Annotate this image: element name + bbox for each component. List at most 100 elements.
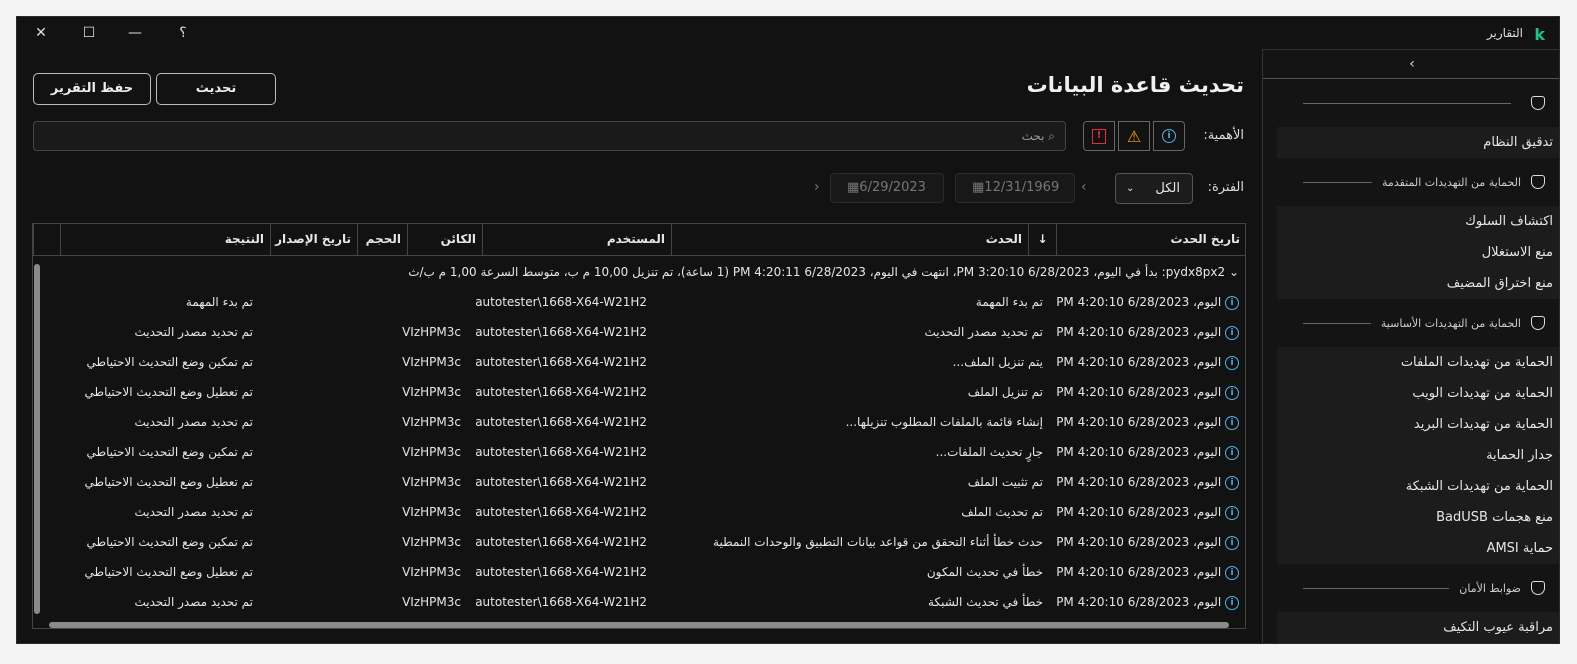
sidebar-group: اكتشاف السلوك منع الاستغلال منع اختراق الم… <box>1277 206 1559 299</box>
object-text: VIzHPM3c <box>402 385 461 399</box>
result-text: تم تعطيل وضع التحديث الاحتياطي <box>84 475 253 489</box>
sidebar-section-header <box>1263 79 1559 127</box>
event-date: اليوم، 6/28/2023 4:20:10 PM <box>1056 385 1222 399</box>
col-event-date[interactable]: تاريخ الحدث <box>1056 224 1245 256</box>
kaspersky-logo: k <box>1534 25 1545 44</box>
sidebar-item[interactable]: الحماية من تهديدات الويب <box>1277 378 1559 409</box>
event-date: اليوم، 6/28/2023 4:20:10 PM <box>1056 325 1222 339</box>
event-text: تم تنزيل الملف <box>967 385 1043 399</box>
group-summary: pydx8px2: بدأ في اليوم، 6/28/2023 3:20:1… <box>408 265 1226 279</box>
table-horizontal-scrollbar[interactable] <box>49 622 1229 628</box>
info-icon: i <box>1225 595 1239 610</box>
update-button[interactable]: تحديث <box>156 73 276 105</box>
chevron-down-icon[interactable]: ⌄ <box>1225 265 1239 279</box>
object-text: VIzHPM3c <box>402 355 461 369</box>
event-date: اليوم، 6/28/2023 4:20:10 PM <box>1056 445 1222 459</box>
table-row[interactable]: i اليوم، 6/28/2023 4:20:10 PM يتم تنزيل … <box>45 347 1245 377</box>
table-row[interactable]: i اليوم، 6/28/2023 4:20:10 PM جارٍ تحديث… <box>45 437 1245 467</box>
shield-icon <box>1531 96 1545 110</box>
help-button[interactable]: ؟ <box>173 23 193 43</box>
table-row[interactable]: i اليوم، 6/28/2023 4:20:10 PM خطأ في تحد… <box>45 557 1245 587</box>
sidebar-item[interactable]: الحماية من تهديدات الشبكة <box>1277 471 1559 502</box>
severity-warning-toggle[interactable]: ⚠ <box>1118 121 1150 151</box>
info-icon: i <box>1225 475 1239 490</box>
table-row[interactable]: i اليوم، 6/28/2023 4:20:10 PM تم تنزيل ا… <box>45 377 1245 407</box>
event-date: اليوم، 6/28/2023 4:20:10 PM <box>1056 355 1222 369</box>
table-row[interactable]: i اليوم، 6/28/2023 4:20:10 PM تم بدء الم… <box>45 287 1245 317</box>
sidebar-item[interactable]: جدار الحماية <box>1277 440 1559 471</box>
sidebar-item[interactable]: حماية AMSI <box>1277 533 1559 564</box>
severity-info-toggle[interactable]: i <box>1153 121 1185 151</box>
sidebar-item[interactable]: منع هجمات BadUSB <box>1277 502 1559 533</box>
period-value: الكل <box>1155 181 1180 196</box>
sidebar-item[interactable]: الحماية من تهديدات البريد <box>1277 409 1559 440</box>
table-row[interactable]: i اليوم، 6/28/2023 4:20:10 PM إنشاء قائم… <box>45 407 1245 437</box>
period-prev-icon[interactable]: › <box>814 179 820 195</box>
shield-icon <box>1531 581 1545 595</box>
date-to-value: 6/29/2023 <box>859 180 926 195</box>
info-icon: i <box>1225 355 1239 370</box>
result-text: تم تحديد مصدر التحديث <box>134 415 254 429</box>
info-icon: i <box>1225 505 1239 520</box>
shield-icon <box>1531 175 1545 189</box>
object-text: VIzHPM3c <box>402 445 461 459</box>
table-vertical-scrollbar[interactable] <box>34 264 40 614</box>
save-report-button[interactable]: حفظ التقرير <box>33 73 151 105</box>
event-text: يتم تنزيل الملف... <box>952 355 1043 369</box>
event-date: اليوم، 6/28/2023 4:20:10 PM <box>1056 595 1222 609</box>
table-row[interactable]: i اليوم، 6/28/2023 4:20:10 PM تم تحديد م… <box>45 317 1245 347</box>
chevron-down-icon: ⌄ <box>1126 183 1135 194</box>
sidebar-item[interactable]: الحماية من تهديدات الملفات <box>1277 347 1559 378</box>
col-object[interactable]: الكائن <box>407 224 482 256</box>
sidebar-item[interactable]: تدقيق النظام <box>1277 127 1559 158</box>
sidebar-item[interactable]: منع اختراق المضيف <box>1277 268 1559 299</box>
user-text: autotester\1668-X64-W21H2 <box>475 475 647 489</box>
collapse-sidebar-button[interactable]: ‹ <box>1263 49 1559 79</box>
table-header: تاريخ الحدث ↓ الحدث المستخدم الكائن الحج… <box>33 224 1245 256</box>
severity-label: الأهمية: <box>1203 128 1244 143</box>
table-row[interactable]: i اليوم، 6/28/2023 4:20:10 PM تم تثبيت ا… <box>45 467 1245 497</box>
sidebar-item[interactable]: مراقبة عيوب التكيف <box>1277 612 1559 643</box>
user-text: autotester\1668-X64-W21H2 <box>475 445 647 459</box>
sidebar-section-header: الحماية من التهديدات الأساسية <box>1263 299 1559 347</box>
object-text: VIzHPM3c <box>402 595 461 609</box>
group-row[interactable]: ⌄ pydx8px2: بدأ في اليوم، 6/28/2023 3:20… <box>45 257 1245 287</box>
maximize-button[interactable]: ☐ <box>79 23 99 43</box>
sidebar-item[interactable]: منع الاستغلال <box>1277 237 1559 268</box>
severity-critical-toggle[interactable]: ! <box>1083 121 1115 151</box>
table-row[interactable]: i اليوم، 6/28/2023 4:20:10 PM تم تحديث ا… <box>45 497 1245 527</box>
info-icon: i <box>1225 385 1239 400</box>
col-size[interactable]: الحجم <box>357 224 407 256</box>
search-input[interactable]: ⌕ بحث <box>33 121 1066 151</box>
result-text: تم تعطيل وضع التحديث الاحتياطي <box>84 565 253 579</box>
info-icon: i <box>1225 295 1239 310</box>
event-text: تم بدء المهمة <box>975 295 1043 309</box>
table-row[interactable]: i اليوم، 6/28/2023 4:20:10 PM حدث خطأ أث… <box>45 527 1245 557</box>
user-text: autotester\1668-X64-W21H2 <box>475 535 647 549</box>
col-event[interactable]: الحدث <box>671 224 1028 256</box>
window-title: التقارير <box>1486 26 1523 40</box>
info-icon: i <box>1225 535 1239 550</box>
col-result[interactable]: النتيجة <box>60 224 270 256</box>
sidebar-group: تدقيق النظام <box>1277 127 1559 158</box>
table-row[interactable]: i اليوم، 6/28/2023 4:20:10 PM خطأ في تحد… <box>45 587 1245 617</box>
user-text: autotester\1668-X64-W21H2 <box>475 565 647 579</box>
object-text: VIzHPM3c <box>402 415 461 429</box>
col-release-date[interactable]: تاريخ الإصدار <box>270 224 357 256</box>
minimize-button[interactable]: — <box>125 23 145 43</box>
result-text: تم تعطيل وضع التحديث الاحتياطي <box>84 385 253 399</box>
period-select[interactable]: الكل ⌄ <box>1115 173 1193 204</box>
sort-arrow-icon[interactable]: ↓ <box>1028 224 1056 256</box>
col-user[interactable]: المستخدم <box>482 224 671 256</box>
info-icon: i <box>1225 415 1239 430</box>
close-button[interactable]: ✕ <box>31 23 51 43</box>
period-next-icon[interactable]: ‹ <box>1081 179 1087 195</box>
date-from-field[interactable]: ▦12/31/1969 <box>955 173 1075 203</box>
page-title: تحديث قاعدة البيانات <box>1026 73 1244 97</box>
info-icon: i <box>1225 565 1239 580</box>
info-icon: i <box>1225 325 1239 340</box>
date-to-field[interactable]: ▦6/29/2023 <box>830 173 944 203</box>
divider <box>1303 322 1371 324</box>
event-text: خطأ في تحديث المكون <box>926 565 1043 579</box>
sidebar-item[interactable]: اكتشاف السلوك <box>1277 206 1559 237</box>
